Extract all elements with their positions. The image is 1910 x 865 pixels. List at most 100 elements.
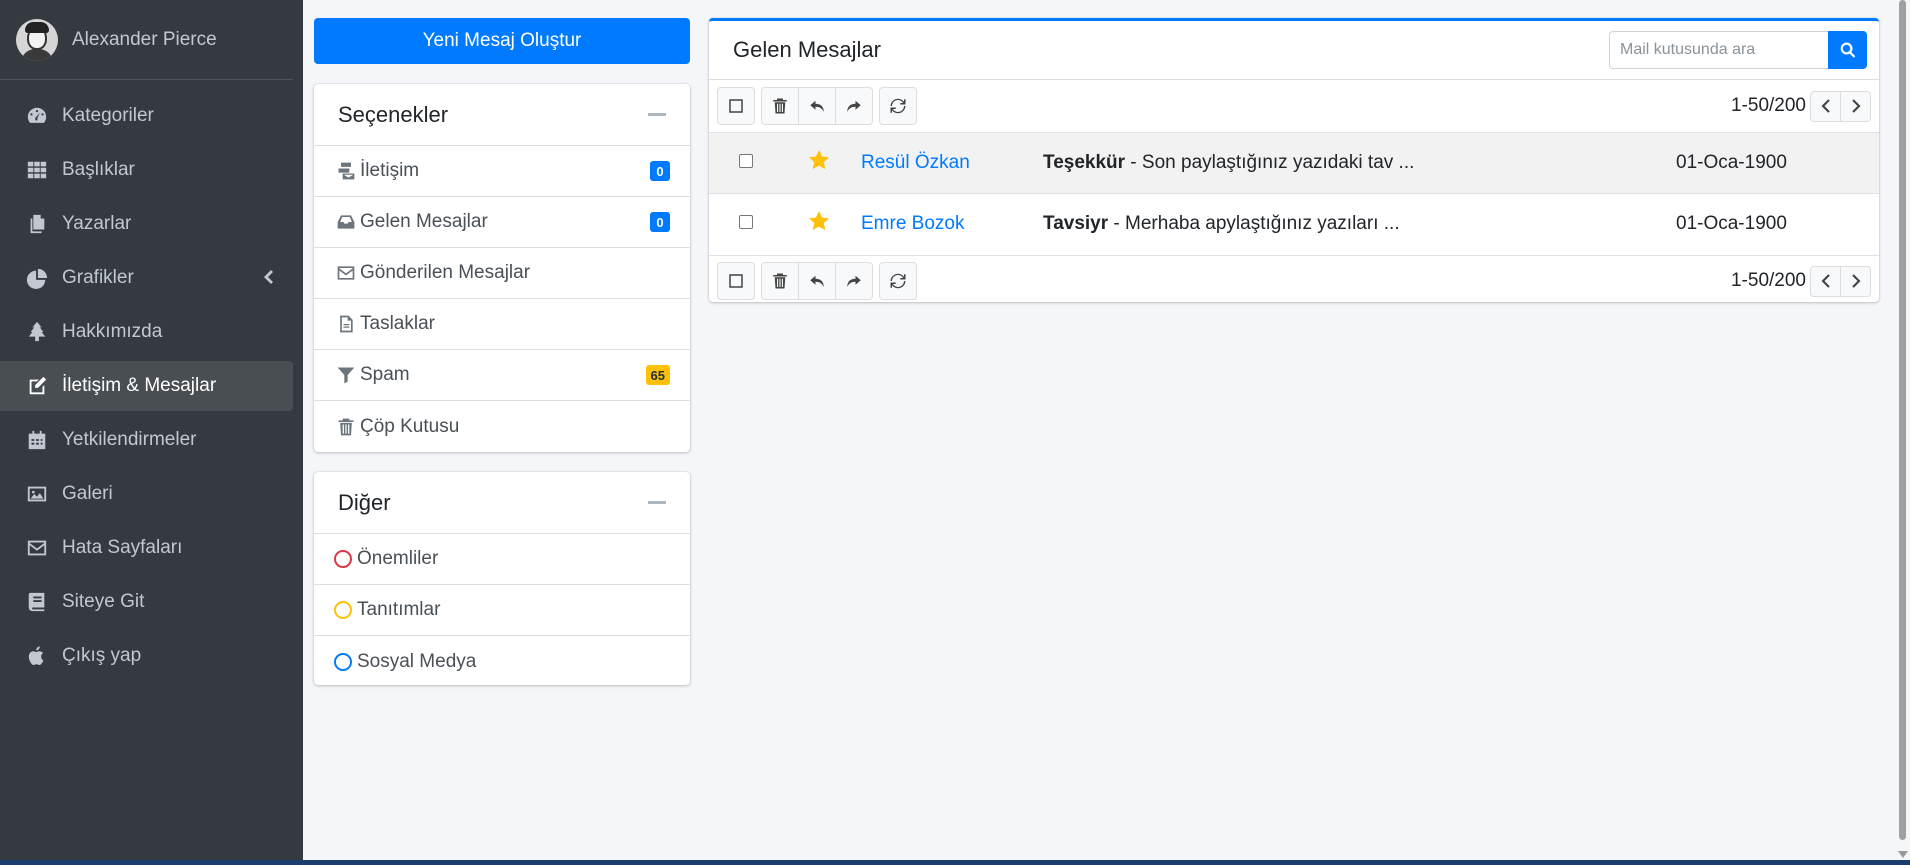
select-all-button[interactable] [717, 262, 755, 300]
refresh-button[interactable] [879, 262, 917, 300]
circle-icon [334, 550, 352, 568]
folder-label: Çöp Kutusu [360, 415, 460, 437]
prev-page-button[interactable] [1810, 90, 1841, 122]
scroll-down-icon[interactable] [1898, 851, 1908, 858]
compose-button[interactable]: Yeni Mesaj Oluştur [314, 18, 690, 64]
forward-button[interactable] [835, 262, 873, 300]
row-checkbox[interactable] [739, 215, 753, 230]
sidebar-nav: Kategoriler Başlıklar Yazarlar Grafikler… [0, 80, 303, 681]
mail-table: Resül Özkan Teşekkür - Son paylaştığınız… [709, 132, 1879, 255]
user-panel[interactable]: Alexander Pierce [0, 0, 293, 80]
folder-label: İletişim [360, 160, 420, 181]
user-name[interactable]: Alexander Pierce [72, 29, 217, 51]
scrollbar-thumb[interactable] [1899, 0, 1906, 840]
inbox-icon [334, 211, 358, 233]
label-tanitimlar[interactable]: Tanıtımlar [314, 585, 690, 636]
sidebar-item-hata-sayfalari[interactable]: Hata Sayfaları [0, 523, 293, 573]
folder-label: Gönderilen Mesajlar [360, 262, 531, 283]
search-button[interactable] [1828, 31, 1867, 69]
inbox-title: Gelen Mesajlar [733, 37, 881, 62]
folder-cop-kutusu[interactable]: Çöp Kutusu [314, 401, 690, 452]
sidebar-item-yetkilendirmeler[interactable]: Yetkilendirmeler [0, 415, 293, 465]
folder-taslaklar[interactable]: Taslaklar [314, 299, 690, 350]
action-group [761, 87, 873, 125]
options-card-header: Seçenekler [314, 84, 690, 146]
star-cell [783, 193, 855, 255]
pager-text: 1-50/200 [1730, 270, 1806, 291]
collapse-icon[interactable] [648, 501, 666, 504]
label-sosyal-medya[interactable]: Sosyal Medya [314, 636, 690, 687]
mail-subject-cell[interactable]: Tavsiyr - Merhaba apylaştığınız yazıları… [1043, 193, 1676, 255]
copy-icon [24, 212, 50, 236]
sidebar-item-yazarlar[interactable]: Yazarlar [0, 199, 293, 249]
sidebar-item-iletisim-mesajlar[interactable]: İletişim & Mesajlar [0, 361, 293, 411]
sidebar-item-label: Hata Sayfaları [62, 537, 183, 558]
select-all-button[interactable] [717, 87, 755, 125]
reply-button[interactable] [798, 262, 836, 300]
pager: 1-50/200 [1730, 265, 1871, 297]
forward-button[interactable] [835, 87, 873, 125]
pager-text: 1-50/200 [1730, 95, 1806, 116]
other-card-header: Diğer [314, 472, 690, 534]
folder-iletisim[interactable]: İletişim 0 [314, 146, 690, 197]
mail-toolbar-top: 1-50/200 [709, 80, 1879, 132]
sidebar-item-label: İletişim & Mesajlar [62, 375, 217, 396]
search-group [1609, 31, 1867, 69]
next-page-button[interactable] [1840, 90, 1871, 122]
sidebar-item-galeri[interactable]: Galeri [0, 469, 293, 519]
star-icon[interactable] [807, 148, 831, 172]
row-checkbox[interactable] [739, 154, 753, 168]
next-page-button[interactable] [1840, 265, 1871, 297]
edit-icon [24, 374, 50, 398]
bottom-strip [0, 860, 1910, 865]
square-icon [729, 99, 743, 113]
table-row[interactable]: Resül Özkan Teşekkür - Son paylaştığınız… [709, 132, 1879, 194]
refresh-icon [890, 98, 906, 114]
sidebar-item-grafikler[interactable]: Grafikler [0, 253, 293, 303]
unread-count-badge: 0 [650, 161, 670, 181]
label-text: Tanıtımlar [357, 599, 441, 620]
page-scrollbar[interactable] [1895, 0, 1910, 860]
spam-count-badge: 65 [645, 365, 670, 385]
star-icon[interactable] [807, 209, 831, 233]
mail-subject: Tavsiyr [1043, 213, 1109, 235]
pager-buttons [1810, 90, 1871, 122]
pie-chart-icon [24, 266, 50, 290]
folder-spam[interactable]: Spam 65 [314, 350, 690, 401]
trash-icon [334, 416, 358, 438]
mail-sender[interactable]: Emre Bozok [855, 193, 1043, 255]
delete-button[interactable] [761, 262, 799, 300]
reply-button[interactable] [798, 87, 836, 125]
label-onemliler[interactable]: Önemliler [314, 534, 690, 585]
apple-icon [24, 644, 50, 668]
avatar[interactable] [16, 18, 58, 61]
delete-button[interactable] [761, 87, 799, 125]
label-text: Sosyal Medya [357, 650, 477, 672]
mail-sender[interactable]: Resül Özkan [855, 132, 1043, 194]
image-icon [24, 482, 50, 506]
pager: 1-50/200 [1730, 90, 1871, 122]
sidebar-item-hakkimizda[interactable]: Hakkımızda [0, 307, 293, 357]
refresh-button[interactable] [879, 87, 917, 125]
prev-page-button[interactable] [1810, 265, 1841, 297]
folder-gonderilen-mesajlar[interactable]: Gönderilen Mesajlar [314, 248, 690, 299]
search-input[interactable] [1609, 31, 1828, 69]
reply-icon [810, 100, 824, 112]
sidebar-item-cikis-yap[interactable]: Çıkış yap [0, 631, 293, 681]
calendar-icon [24, 428, 50, 452]
table-row[interactable]: Emre Bozok Tavsiyr - Merhaba apylaştığın… [709, 193, 1879, 255]
collapse-icon[interactable] [648, 113, 666, 116]
sidebar-item-label: Yetkilendirmeler [62, 429, 197, 450]
folder-label: Spam [360, 364, 410, 385]
sidebar-item-basliklar[interactable]: Başlıklar [0, 145, 293, 195]
options-card: Seçenekler İletişim 0 Gelen Mesajlar 0 G… [314, 84, 690, 452]
envelope-icon [334, 262, 358, 284]
chevron-left-icon[interactable] [261, 269, 275, 291]
sidebar-item-kategoriler[interactable]: Kategoriler [0, 91, 293, 141]
card-title: Diğer [338, 489, 391, 515]
label-text: Önemliler [357, 548, 439, 569]
star-cell [783, 132, 855, 194]
mail-subject-cell[interactable]: Teşekkür - Son paylaştığınız yazıdaki ta… [1043, 132, 1676, 194]
sidebar-item-siteye-git[interactable]: Siteye Git [0, 577, 293, 627]
folder-gelen-mesajlar[interactable]: Gelen Mesajlar 0 [314, 197, 690, 248]
